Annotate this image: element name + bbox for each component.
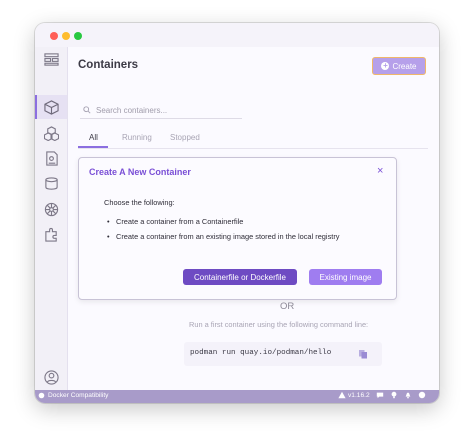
sidebar-item-containers[interactable] xyxy=(35,95,67,119)
account-icon xyxy=(43,369,59,385)
close-window-button[interactable] xyxy=(50,32,58,40)
command-text: podman run quay.io/podman/hello xyxy=(190,349,332,357)
docker-icon xyxy=(38,392,45,399)
sidebar-item-kubernetes[interactable] xyxy=(35,197,67,221)
bell-icon[interactable] xyxy=(404,391,412,399)
empty-state-hint: Run a first container using the followin… xyxy=(189,320,369,329)
pods-icon xyxy=(43,125,59,141)
create-container-dialog: Create A New Container × Choose the foll… xyxy=(78,157,397,300)
maximize-window-button[interactable] xyxy=(74,32,82,40)
plus-icon: + xyxy=(381,61,390,70)
command-block: podman run quay.io/podman/hello xyxy=(184,342,382,366)
main-content: Containers + Create All Running Stopped … xyxy=(67,47,439,390)
dialog-intro: Choose the following: xyxy=(104,198,175,207)
or-divider: OR xyxy=(280,301,295,312)
tab-bar: All Running Stopped xyxy=(78,131,428,149)
search-input[interactable] xyxy=(96,104,236,117)
search-icon xyxy=(83,106,91,114)
app-window: Containers + Create All Running Stopped … xyxy=(35,23,439,403)
dialog-title: Create A New Container xyxy=(89,167,191,177)
chat-icon[interactable] xyxy=(376,391,384,399)
status-right: v1.16.2 xyxy=(338,391,426,399)
create-button-label: Create xyxy=(392,61,417,71)
kubernetes-icon xyxy=(44,202,58,216)
status-bar: Docker Compatibility v1.16.2 xyxy=(35,390,439,403)
copy-icon[interactable] xyxy=(358,349,368,359)
containerfile-button[interactable]: Containerfile or Dockerfile xyxy=(183,269,297,285)
close-icon[interactable]: × xyxy=(377,165,383,177)
sidebar-item-account[interactable] xyxy=(35,365,67,389)
dialog-bullet: Create a container from an existing imag… xyxy=(107,232,340,241)
page-title: Containers xyxy=(78,59,139,71)
title-bar xyxy=(35,23,439,47)
images-icon xyxy=(45,150,58,166)
tab-running[interactable]: Running xyxy=(122,133,152,142)
search-bar xyxy=(80,104,242,119)
version-label: v1.16.2 xyxy=(348,391,370,399)
docker-compat-label: Docker Compatibility xyxy=(48,392,109,399)
lightbulb-icon[interactable] xyxy=(390,391,398,399)
sidebar-item-volumes[interactable] xyxy=(35,171,67,195)
help-icon[interactable] xyxy=(418,391,426,399)
sidebar-item-dashboard[interactable] xyxy=(35,47,67,71)
sidebar-item-extensions[interactable] xyxy=(35,222,67,246)
minimize-window-button[interactable] xyxy=(62,32,70,40)
containers-icon xyxy=(43,99,59,115)
extensions-icon xyxy=(44,227,57,242)
version-indicator[interactable]: v1.16.2 xyxy=(338,391,370,399)
sidebar xyxy=(35,47,68,403)
dialog-bullet: Create a container from a Containerfile xyxy=(107,217,243,226)
tab-stopped[interactable]: Stopped xyxy=(170,133,200,142)
existing-image-button[interactable]: Existing image xyxy=(309,269,382,285)
sidebar-item-images[interactable] xyxy=(35,146,67,170)
tab-all[interactable]: All xyxy=(89,133,98,142)
active-tab-indicator xyxy=(78,146,108,148)
create-button[interactable]: + Create xyxy=(372,57,426,75)
sidebar-item-pods[interactable] xyxy=(35,121,67,145)
docker-compat-indicator[interactable]: Docker Compatibility xyxy=(38,392,108,399)
volumes-icon xyxy=(44,176,58,190)
warning-icon xyxy=(338,391,346,399)
dashboard-icon xyxy=(43,52,59,66)
